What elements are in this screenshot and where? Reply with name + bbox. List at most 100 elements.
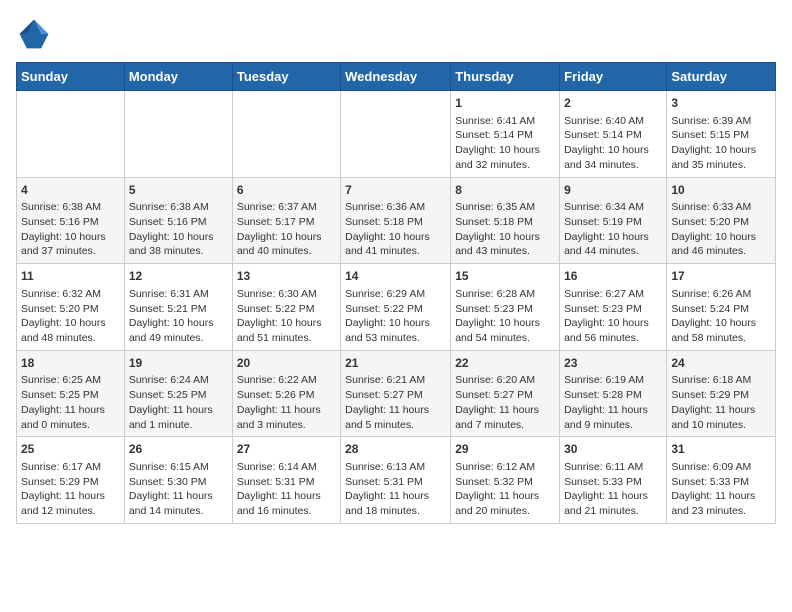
cell-content: Sunrise: 6:24 AM Sunset: 5:25 PM Dayligh… bbox=[129, 373, 228, 432]
cell-content: Sunrise: 6:26 AM Sunset: 5:24 PM Dayligh… bbox=[671, 287, 771, 346]
cell-content: Sunrise: 6:41 AM Sunset: 5:14 PM Dayligh… bbox=[455, 114, 555, 173]
cell-content: Sunrise: 6:15 AM Sunset: 5:30 PM Dayligh… bbox=[129, 460, 228, 519]
day-number: 1 bbox=[455, 95, 555, 112]
cell-content: Sunrise: 6:18 AM Sunset: 5:29 PM Dayligh… bbox=[671, 373, 771, 432]
day-header-wednesday: Wednesday bbox=[341, 63, 451, 91]
day-number: 4 bbox=[21, 182, 120, 199]
cell-content: Sunrise: 6:09 AM Sunset: 5:33 PM Dayligh… bbox=[671, 460, 771, 519]
week-row-3: 11 Sunrise: 6:32 AM Sunset: 5:20 PM Dayli… bbox=[17, 264, 776, 351]
cell-content: Sunrise: 6:40 AM Sunset: 5:14 PM Dayligh… bbox=[564, 114, 662, 173]
calendar-cell: 24Sunrise: 6:18 AM Sunset: 5:29 PM Dayli… bbox=[667, 350, 776, 437]
calendar-cell: 29 Sunrise: 6:12 AM Sunset: 5:32 PM Dayli… bbox=[451, 437, 560, 524]
day-number: 15 bbox=[455, 268, 555, 285]
day-number: 17 bbox=[671, 268, 771, 285]
cell-content: Sunrise: 6:11 AM Sunset: 5:33 PM Dayligh… bbox=[564, 460, 662, 519]
day-number: 28 bbox=[345, 441, 446, 458]
cell-content: Sunrise: 6:37 AM Sunset: 5:17 PM Dayligh… bbox=[237, 200, 336, 259]
calendar-cell: 21Sunrise: 6:21 AM Sunset: 5:27 PM Dayli… bbox=[341, 350, 451, 437]
cell-content: Sunrise: 6:35 AM Sunset: 5:18 PM Dayligh… bbox=[455, 200, 555, 259]
calendar-cell: 13 Sunrise: 6:30 AM Sunset: 5:22 PM Dayli… bbox=[232, 264, 340, 351]
day-number: 7 bbox=[345, 182, 446, 199]
calendar-cell: 27Sunrise: 6:14 AM Sunset: 5:31 PM Dayli… bbox=[232, 437, 340, 524]
page-header bbox=[16, 16, 776, 52]
calendar-cell: 8Sunrise: 6:35 AM Sunset: 5:18 PM Daylig… bbox=[451, 177, 560, 264]
day-header-friday: Friday bbox=[560, 63, 667, 91]
day-number: 10 bbox=[671, 182, 771, 199]
day-number: 12 bbox=[129, 268, 228, 285]
calendar-cell: 19Sunrise: 6:24 AM Sunset: 5:25 PM Dayli… bbox=[124, 350, 232, 437]
calendar-cell bbox=[232, 91, 340, 178]
calendar-cell: 1 Sunrise: 6:41 AM Sunset: 5:14 PM Daylig… bbox=[451, 91, 560, 178]
day-header-sunday: Sunday bbox=[17, 63, 125, 91]
cell-content: Sunrise: 6:39 AM Sunset: 5:15 PM Dayligh… bbox=[671, 114, 771, 173]
calendar-cell: 7Sunrise: 6:36 AM Sunset: 5:18 PM Daylig… bbox=[341, 177, 451, 264]
calendar-cell: 25 Sunrise: 6:17 AM Sunset: 5:29 PM Dayli… bbox=[17, 437, 125, 524]
cell-content: Sunrise: 6:14 AM Sunset: 5:31 PM Dayligh… bbox=[237, 460, 336, 519]
cell-content: Sunrise: 6:21 AM Sunset: 5:27 PM Dayligh… bbox=[345, 373, 446, 432]
day-header-tuesday: Tuesday bbox=[232, 63, 340, 91]
calendar-cell bbox=[124, 91, 232, 178]
calendar-cell bbox=[17, 91, 125, 178]
cell-content: Sunrise: 6:28 AM Sunset: 5:23 PM Dayligh… bbox=[455, 287, 555, 346]
header-row: SundayMondayTuesdayWednesdayThursdayFrid… bbox=[17, 63, 776, 91]
day-number: 19 bbox=[129, 355, 228, 372]
calendar-cell: 2Sunrise: 6:40 AM Sunset: 5:14 PM Daylig… bbox=[560, 91, 667, 178]
week-row-4: 18Sunrise: 6:25 AM Sunset: 5:25 PM Dayli… bbox=[17, 350, 776, 437]
cell-content: Sunrise: 6:22 AM Sunset: 5:26 PM Dayligh… bbox=[237, 373, 336, 432]
cell-content: Sunrise: 6:31 AM Sunset: 5:21 PM Dayligh… bbox=[129, 287, 228, 346]
day-number: 25 bbox=[21, 441, 120, 458]
calendar-table: SundayMondayTuesdayWednesdayThursdayFrid… bbox=[16, 62, 776, 524]
calendar-cell: 18Sunrise: 6:25 AM Sunset: 5:25 PM Dayli… bbox=[17, 350, 125, 437]
calendar-cell: 14 Sunrise: 6:29 AM Sunset: 5:22 PM Dayli… bbox=[341, 264, 451, 351]
cell-content: Sunrise: 6:17 AM Sunset: 5:29 PM Dayligh… bbox=[21, 460, 120, 519]
cell-content: Sunrise: 6:32 AM Sunset: 5:20 PM Dayligh… bbox=[21, 287, 120, 346]
day-header-monday: Monday bbox=[124, 63, 232, 91]
cell-content: Sunrise: 6:25 AM Sunset: 5:25 PM Dayligh… bbox=[21, 373, 120, 432]
day-header-saturday: Saturday bbox=[667, 63, 776, 91]
calendar-cell: 17 Sunrise: 6:26 AM Sunset: 5:24 PM Dayli… bbox=[667, 264, 776, 351]
day-number: 11 bbox=[21, 268, 120, 285]
day-number: 6 bbox=[237, 182, 336, 199]
calendar-cell: 12 Sunrise: 6:31 AM Sunset: 5:21 PM Dayli… bbox=[124, 264, 232, 351]
day-number: 16 bbox=[564, 268, 662, 285]
day-number: 23 bbox=[564, 355, 662, 372]
cell-content: Sunrise: 6:12 AM Sunset: 5:32 PM Dayligh… bbox=[455, 460, 555, 519]
day-number: 24 bbox=[671, 355, 771, 372]
day-number: 3 bbox=[671, 95, 771, 112]
calendar-cell: 20Sunrise: 6:22 AM Sunset: 5:26 PM Dayli… bbox=[232, 350, 340, 437]
day-number: 30 bbox=[564, 441, 662, 458]
calendar-cell: 22Sunrise: 6:20 AM Sunset: 5:27 PM Dayli… bbox=[451, 350, 560, 437]
day-number: 8 bbox=[455, 182, 555, 199]
cell-content: Sunrise: 6:27 AM Sunset: 5:23 PM Dayligh… bbox=[564, 287, 662, 346]
day-number: 29 bbox=[455, 441, 555, 458]
calendar-cell: 6Sunrise: 6:37 AM Sunset: 5:17 PM Daylig… bbox=[232, 177, 340, 264]
calendar-cell: 15 Sunrise: 6:28 AM Sunset: 5:23 PM Dayli… bbox=[451, 264, 560, 351]
calendar-cell: 3 Sunrise: 6:39 AM Sunset: 5:15 PM Daylig… bbox=[667, 91, 776, 178]
calendar-cell bbox=[341, 91, 451, 178]
day-number: 5 bbox=[129, 182, 228, 199]
cell-content: Sunrise: 6:29 AM Sunset: 5:22 PM Dayligh… bbox=[345, 287, 446, 346]
cell-content: Sunrise: 6:34 AM Sunset: 5:19 PM Dayligh… bbox=[564, 200, 662, 259]
logo-icon bbox=[16, 16, 52, 52]
calendar-cell: 26 Sunrise: 6:15 AM Sunset: 5:30 PM Dayli… bbox=[124, 437, 232, 524]
calendar-cell: 28 Sunrise: 6:13 AM Sunset: 5:31 PM Dayli… bbox=[341, 437, 451, 524]
logo bbox=[16, 16, 58, 52]
calendar-cell: 5Sunrise: 6:38 AM Sunset: 5:16 PM Daylig… bbox=[124, 177, 232, 264]
calendar-cell: 30 Sunrise: 6:11 AM Sunset: 5:33 PM Dayli… bbox=[560, 437, 667, 524]
week-row-2: 4Sunrise: 6:38 AM Sunset: 5:16 PM Daylig… bbox=[17, 177, 776, 264]
cell-content: Sunrise: 6:13 AM Sunset: 5:31 PM Dayligh… bbox=[345, 460, 446, 519]
day-number: 26 bbox=[129, 441, 228, 458]
cell-content: Sunrise: 6:30 AM Sunset: 5:22 PM Dayligh… bbox=[237, 287, 336, 346]
day-number: 13 bbox=[237, 268, 336, 285]
cell-content: Sunrise: 6:38 AM Sunset: 5:16 PM Dayligh… bbox=[129, 200, 228, 259]
calendar-cell: 10Sunrise: 6:33 AM Sunset: 5:20 PM Dayli… bbox=[667, 177, 776, 264]
cell-content: Sunrise: 6:38 AM Sunset: 5:16 PM Dayligh… bbox=[21, 200, 120, 259]
day-number: 21 bbox=[345, 355, 446, 372]
week-row-1: 1 Sunrise: 6:41 AM Sunset: 5:14 PM Daylig… bbox=[17, 91, 776, 178]
cell-content: Sunrise: 6:33 AM Sunset: 5:20 PM Dayligh… bbox=[671, 200, 771, 259]
week-row-5: 25 Sunrise: 6:17 AM Sunset: 5:29 PM Dayli… bbox=[17, 437, 776, 524]
day-number: 20 bbox=[237, 355, 336, 372]
cell-content: Sunrise: 6:20 AM Sunset: 5:27 PM Dayligh… bbox=[455, 373, 555, 432]
day-number: 31 bbox=[671, 441, 771, 458]
day-number: 14 bbox=[345, 268, 446, 285]
